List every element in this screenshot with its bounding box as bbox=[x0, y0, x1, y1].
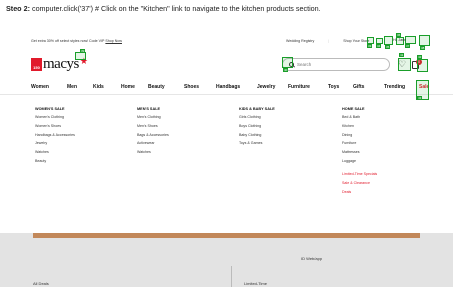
nav-item-trending[interactable]: Trending bbox=[384, 84, 405, 90]
utility-separator: | bbox=[328, 39, 330, 43]
column-title: HOME SALE bbox=[342, 107, 365, 111]
annotation-label: 38 bbox=[420, 46, 426, 50]
promo-menu-link[interactable]: Deals bbox=[342, 190, 377, 194]
menu-link[interactable]: Watches bbox=[35, 150, 75, 154]
page-background-band bbox=[0, 233, 453, 287]
promo-link[interactable]: Shop Now bbox=[105, 39, 122, 43]
menu-link[interactable]: Women's Shoes bbox=[35, 124, 75, 128]
menu-link[interactable]: Bags & Accessories bbox=[137, 133, 169, 137]
menu-link[interactable]: Dining bbox=[342, 133, 377, 137]
annotation-label: 37 bbox=[405, 44, 411, 48]
footer-divider bbox=[231, 266, 232, 287]
column-title: WOMEN'S SALE bbox=[35, 107, 65, 111]
search-bar[interactable] bbox=[282, 58, 390, 71]
nav-item-home[interactable]: Home bbox=[121, 84, 135, 90]
promo-menu-link[interactable]: Limited-Time Specials bbox=[342, 172, 377, 176]
logo-badge: 150 bbox=[31, 58, 42, 71]
browser-page: Get extra 30% off select styles now! Cod… bbox=[0, 22, 453, 287]
column-title: MEN'S SALE bbox=[137, 107, 161, 111]
menu-column-womens-sale: WOMEN'S SALE Women's Clothing Women's Sh… bbox=[35, 107, 75, 168]
menu-column-home-sale: HOME SALE Bed & Bath Kitchen Dining Furn… bbox=[342, 107, 377, 198]
wedding-registry-link[interactable]: Wedding Registry bbox=[286, 39, 314, 43]
promo-banner: Get extra 30% off select styles now! Cod… bbox=[31, 39, 122, 43]
step-instruction: computer.click('37') # Click on the "Kit… bbox=[31, 4, 321, 13]
menu-link[interactable]: Girls Clothing bbox=[239, 115, 275, 119]
search-input[interactable] bbox=[297, 62, 377, 67]
annotation-box bbox=[417, 59, 428, 72]
annotation-label: 34 bbox=[376, 44, 382, 48]
menu-link[interactable]: Handbags & Accessories bbox=[35, 133, 75, 137]
annotation-box bbox=[367, 37, 374, 44]
menu-link[interactable]: Jewelry bbox=[35, 141, 75, 145]
kitchen-link[interactable]: Kitchen bbox=[342, 124, 377, 128]
annotation-box bbox=[398, 58, 411, 71]
menu-link[interactable]: Men's Shoes bbox=[137, 124, 169, 128]
footer-section-right: Limited-Time bbox=[244, 281, 267, 286]
nav-item-beauty[interactable]: Beauty bbox=[148, 84, 165, 90]
menu-link[interactable]: Mattresses bbox=[342, 150, 377, 154]
sale-mega-menu: WOMEN'S SALE Women's Clothing Women's Sh… bbox=[0, 95, 453, 194]
nav-item-shoes[interactable]: Shoes bbox=[184, 84, 199, 90]
annotation-label: 33 bbox=[367, 44, 373, 48]
sign-in-greeting[interactable]: Hi, Jane bbox=[393, 38, 406, 42]
nav-item-gifts[interactable]: Gifts bbox=[353, 84, 364, 90]
menu-link[interactable]: Bed & Bath bbox=[342, 115, 377, 119]
shop-your-store-link[interactable]: Shop Your Store bbox=[343, 39, 369, 43]
annotation-box bbox=[282, 57, 293, 68]
promo-menu-link[interactable]: Sale & Clearance bbox=[342, 181, 377, 185]
annotation-label: 41 bbox=[399, 53, 405, 57]
menu-link[interactable]: Furniture bbox=[342, 141, 377, 145]
annotation-label: 39 bbox=[80, 49, 86, 53]
nav-item-men[interactable]: Men bbox=[67, 84, 77, 90]
nav-item-handbags[interactable]: Handbags bbox=[216, 84, 240, 90]
annotation-box bbox=[405, 36, 416, 44]
menu-link[interactable]: Baby Clothing bbox=[239, 133, 275, 137]
nav-item-women[interactable]: Women bbox=[31, 84, 49, 90]
annotation-box bbox=[419, 35, 430, 46]
menu-link[interactable]: Luggage bbox=[342, 159, 377, 163]
menu-link[interactable]: Toys & Games bbox=[239, 141, 275, 145]
nav-item-kids[interactable]: Kids bbox=[93, 84, 104, 90]
annotation-box bbox=[75, 52, 86, 60]
menu-link[interactable]: Watches bbox=[137, 150, 169, 154]
menu-link[interactable]: Men's Clothing bbox=[137, 115, 169, 119]
menu-link[interactable]: Boys Clothing bbox=[239, 124, 275, 128]
annotation-label: 36 bbox=[396, 33, 402, 37]
nav-item-jewelry[interactable]: Jewelry bbox=[257, 84, 275, 90]
footer-section-left: All Deals bbox=[33, 281, 49, 286]
menu-column-kids-baby-sale: KIDS & BABY SALE Girls Clothing Boys Clo… bbox=[239, 107, 275, 150]
nav-item-furniture[interactable]: Furniture bbox=[288, 84, 310, 90]
annotation-label: 40 bbox=[283, 68, 289, 72]
annotation-label: 42 bbox=[417, 55, 423, 59]
annotation-label: 35 bbox=[385, 45, 391, 49]
utility-links: Wedding Registry | Shop Your Store bbox=[286, 39, 369, 43]
logo-wordmark: macys bbox=[43, 56, 79, 72]
annotation-box bbox=[384, 36, 393, 45]
nav-item-toys[interactable]: Toys bbox=[328, 84, 339, 90]
step-label: Steo 2: bbox=[6, 4, 30, 13]
menu-link[interactable]: Activewear bbox=[137, 141, 169, 145]
menu-link[interactable]: Women's Clothing bbox=[35, 115, 75, 119]
hero-banner-edge bbox=[33, 233, 420, 238]
step-caption: Steo 2: computer.click('37') # Click on … bbox=[6, 4, 321, 13]
column-title: KIDS & BABY SALE bbox=[239, 107, 275, 111]
menu-link[interactable]: Beauty bbox=[35, 159, 75, 163]
footer-label: ID Web/app bbox=[301, 256, 323, 261]
promo-text: Get extra 30% off select styles now! Cod… bbox=[31, 39, 105, 43]
annotation-label: 43 bbox=[417, 96, 423, 100]
menu-column-mens-sale: MEN'S SALE Men's Clothing Men's Shoes Ba… bbox=[137, 107, 169, 159]
